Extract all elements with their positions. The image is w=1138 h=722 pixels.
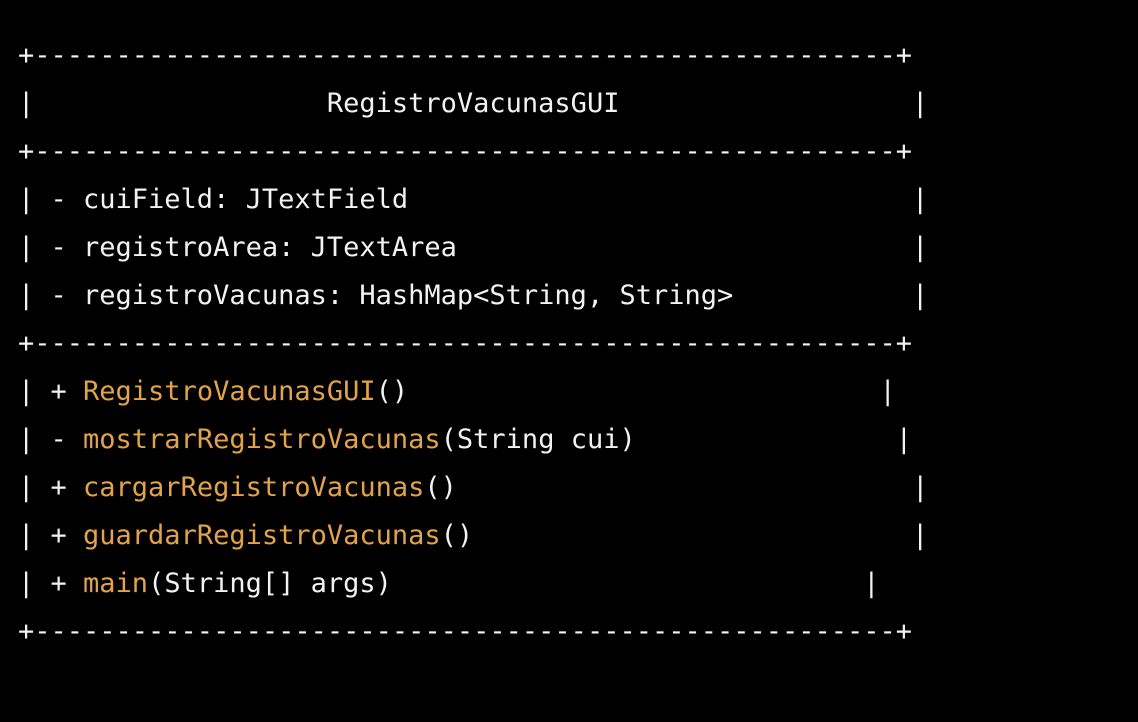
attribute-registrovacunas: | - registroVacunas: HashMap<String, Str…	[18, 280, 929, 311]
method-guardar: | + guardarRegistroVacunas() |	[18, 520, 929, 551]
method-cargar: | + cargarRegistroVacunas() |	[18, 472, 929, 503]
method-name: guardarRegistroVacunas	[83, 520, 441, 551]
uml-class-diagram: +---------------------------------------…	[18, 32, 928, 656]
method-name: main	[83, 568, 149, 599]
attribute-cuifield: | - cuiField: JTextField |	[18, 184, 929, 215]
attribute-registroarea: | - registroArea: JTextArea |	[18, 232, 929, 263]
method-name: cargarRegistroVacunas	[83, 472, 425, 503]
method-mostrar: | - mostrarRegistroVacunas(String cui) |	[18, 424, 913, 455]
bottom-border: +---------------------------------------…	[18, 616, 913, 647]
method-name: mostrarRegistroVacunas	[83, 424, 441, 455]
top-border: +---------------------------------------…	[18, 40, 913, 71]
method-constructor: | + RegistroVacunasGUI() |	[18, 376, 896, 407]
method-name: RegistroVacunasGUI	[83, 376, 376, 407]
attributes-divider: +---------------------------------------…	[18, 328, 913, 359]
method-main: | + main(String[] args) |	[18, 568, 880, 599]
title-divider: +---------------------------------------…	[18, 136, 913, 167]
class-title: | RegistroVacunasGUI |	[18, 88, 929, 119]
